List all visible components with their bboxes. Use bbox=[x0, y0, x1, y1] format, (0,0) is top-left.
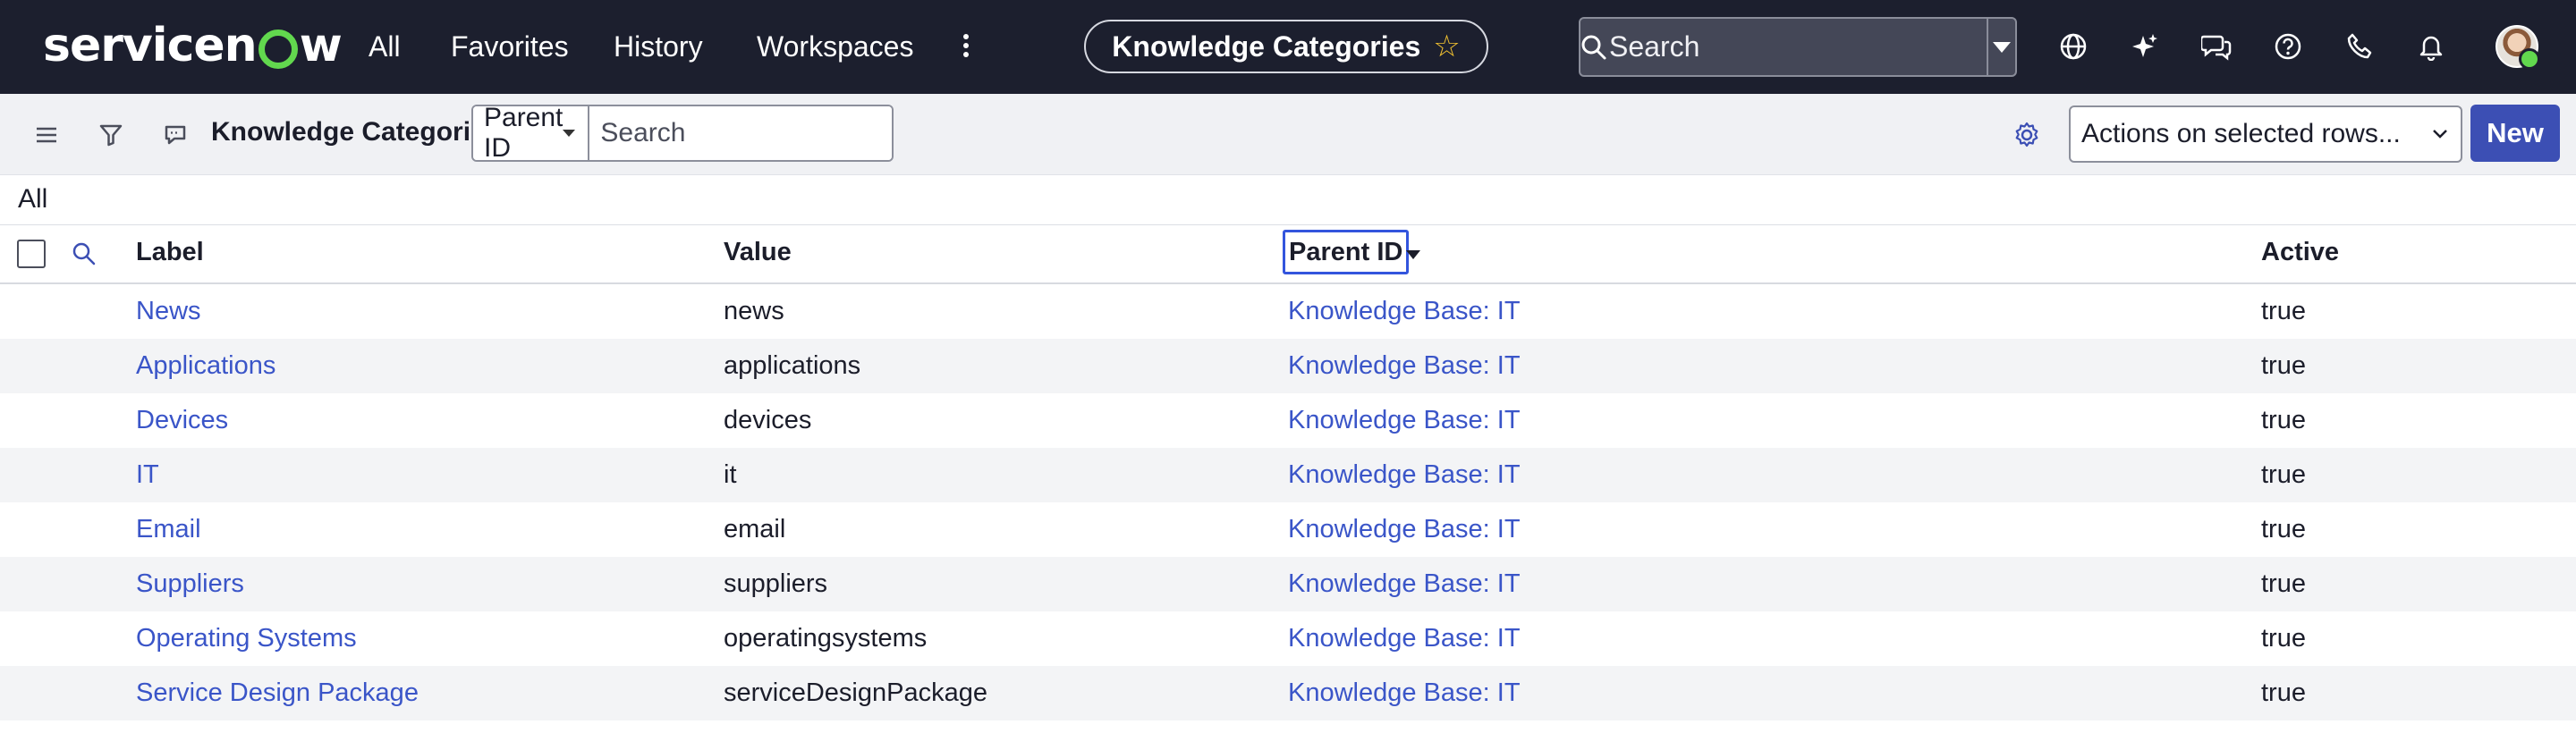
list-toolbar: Knowledge Categories Parent ID Actions o… bbox=[0, 94, 2576, 175]
comment-icon[interactable] bbox=[156, 115, 195, 155]
table-row: IT it Knowledge Base: IT true bbox=[0, 448, 2576, 502]
row-parent-link[interactable]: Knowledge Base: IT bbox=[1288, 678, 1521, 708]
logo-text-a: servicen bbox=[43, 19, 258, 72]
help-icon[interactable] bbox=[2270, 29, 2306, 64]
caret-down-icon bbox=[563, 130, 576, 137]
column-header-parent-id[interactable]: Parent ID bbox=[1283, 230, 1410, 274]
row-label-link[interactable]: Email bbox=[136, 515, 201, 544]
new-button[interactable]: New bbox=[2470, 105, 2560, 162]
list-search-input[interactable] bbox=[589, 106, 892, 160]
nav-favorites[interactable]: Favorites bbox=[451, 27, 569, 66]
row-parent-link[interactable]: Knowledge Base: IT bbox=[1288, 569, 1521, 599]
row-active: true bbox=[2261, 515, 2306, 543]
table-header: Label Value Parent ID Active bbox=[0, 225, 2576, 284]
table-row: Service Design Package serviceDesignPack… bbox=[0, 666, 2576, 720]
logo-o-mark bbox=[258, 29, 298, 69]
chevron-down-icon bbox=[1993, 41, 2011, 53]
row-parent-link[interactable]: Knowledge Base: IT bbox=[1288, 297, 1521, 326]
search-field-select[interactable]: Parent ID bbox=[473, 105, 590, 162]
logo-text-b: w bbox=[299, 19, 343, 72]
row-value: email bbox=[724, 515, 786, 543]
list-title: Knowledge Categories bbox=[211, 117, 501, 147]
breadcrumb[interactable]: All bbox=[18, 184, 47, 215]
nav-history[interactable]: History bbox=[614, 27, 703, 66]
actions-select[interactable]: Actions on selected rows... bbox=[2069, 105, 2462, 163]
sort-descending-icon[interactable] bbox=[1406, 250, 1420, 259]
globe-icon[interactable] bbox=[2055, 29, 2091, 64]
row-label-link[interactable]: IT bbox=[136, 460, 159, 490]
row-value: serviceDesignPackage bbox=[724, 678, 987, 707]
list-search-group: Parent ID bbox=[471, 105, 894, 162]
row-active: true bbox=[2261, 406, 2306, 434]
row-label-link[interactable]: Suppliers bbox=[136, 569, 244, 599]
online-status-dot bbox=[2519, 48, 2540, 70]
user-avatar[interactable] bbox=[2496, 25, 2540, 70]
table-row: Applications applications Knowledge Base… bbox=[0, 339, 2576, 393]
chevron-down-icon bbox=[2433, 130, 2447, 139]
row-label-link[interactable]: Service Design Package bbox=[136, 678, 419, 708]
column-header-value[interactable]: Value bbox=[724, 238, 792, 267]
table-row: News news Knowledge Base: IT true bbox=[0, 284, 2576, 339]
top-navigation-bar: servicen w All Favorites History Workspac… bbox=[0, 0, 2576, 94]
chat-icon[interactable] bbox=[2199, 29, 2234, 64]
nav-workspaces[interactable]: Workspaces bbox=[757, 27, 913, 66]
row-value: applications bbox=[724, 351, 861, 380]
row-active: true bbox=[2261, 569, 2306, 598]
filter-icon[interactable] bbox=[91, 115, 131, 155]
table-row: Operating Systems operatingsystems Knowl… bbox=[0, 611, 2576, 666]
servicenow-logo[interactable]: servicen w bbox=[43, 14, 343, 77]
row-active: true bbox=[2261, 351, 2306, 380]
row-label-link[interactable]: News bbox=[136, 297, 201, 326]
table-row: Devices devices Knowledge Base: IT true bbox=[0, 393, 2576, 448]
row-label-link[interactable]: Applications bbox=[136, 351, 275, 381]
global-search bbox=[1579, 17, 2017, 77]
row-value: suppliers bbox=[724, 569, 828, 598]
column-header-label[interactable]: Label bbox=[136, 238, 204, 267]
context-title-pill[interactable]: Knowledge Categories ☆ bbox=[1084, 20, 1488, 73]
context-title: Knowledge Categories bbox=[1112, 29, 1421, 63]
global-search-input[interactable] bbox=[1607, 18, 1987, 76]
bell-icon[interactable] bbox=[2413, 29, 2449, 64]
row-label-link[interactable]: Devices bbox=[136, 406, 228, 435]
row-parent-link[interactable]: Knowledge Base: IT bbox=[1288, 460, 1521, 490]
row-parent-link[interactable]: Knowledge Base: IT bbox=[1288, 351, 1521, 381]
search-field-value: Parent ID bbox=[484, 105, 564, 162]
row-value: devices bbox=[724, 406, 812, 434]
row-label-link[interactable]: Operating Systems bbox=[136, 624, 357, 653]
column-search-icon[interactable] bbox=[72, 241, 97, 266]
column-header-active[interactable]: Active bbox=[2261, 238, 2339, 267]
table-row: Email email Knowledge Base: IT true bbox=[0, 502, 2576, 557]
list-settings-gear-icon[interactable] bbox=[2007, 115, 2046, 155]
phone-icon[interactable] bbox=[2342, 29, 2377, 64]
row-value: operatingsystems bbox=[724, 624, 928, 653]
row-parent-link[interactable]: Knowledge Base: IT bbox=[1288, 406, 1521, 435]
table-row: Suppliers suppliers Knowledge Base: IT t… bbox=[0, 557, 2576, 611]
sparkle-icon[interactable] bbox=[2127, 29, 2163, 64]
row-active: true bbox=[2261, 297, 2306, 325]
row-value: it bbox=[724, 460, 737, 489]
list-menu-icon[interactable] bbox=[27, 115, 66, 155]
row-parent-link[interactable]: Knowledge Base: IT bbox=[1288, 624, 1521, 653]
search-scope-dropdown[interactable] bbox=[1987, 19, 2015, 75]
favorite-star-icon[interactable]: ☆ bbox=[1433, 29, 1460, 64]
more-menu-icon[interactable] bbox=[955, 30, 977, 63]
actions-select-label: Actions on selected rows... bbox=[2081, 119, 2401, 148]
row-value: news bbox=[724, 297, 784, 325]
row-parent-link[interactable]: Knowledge Base: IT bbox=[1288, 515, 1521, 544]
search-icon bbox=[1580, 34, 1607, 61]
row-active: true bbox=[2261, 460, 2306, 489]
select-all-checkbox[interactable] bbox=[17, 240, 46, 268]
row-active: true bbox=[2261, 624, 2306, 653]
row-active: true bbox=[2261, 678, 2306, 707]
nav-all[interactable]: All bbox=[369, 27, 401, 66]
